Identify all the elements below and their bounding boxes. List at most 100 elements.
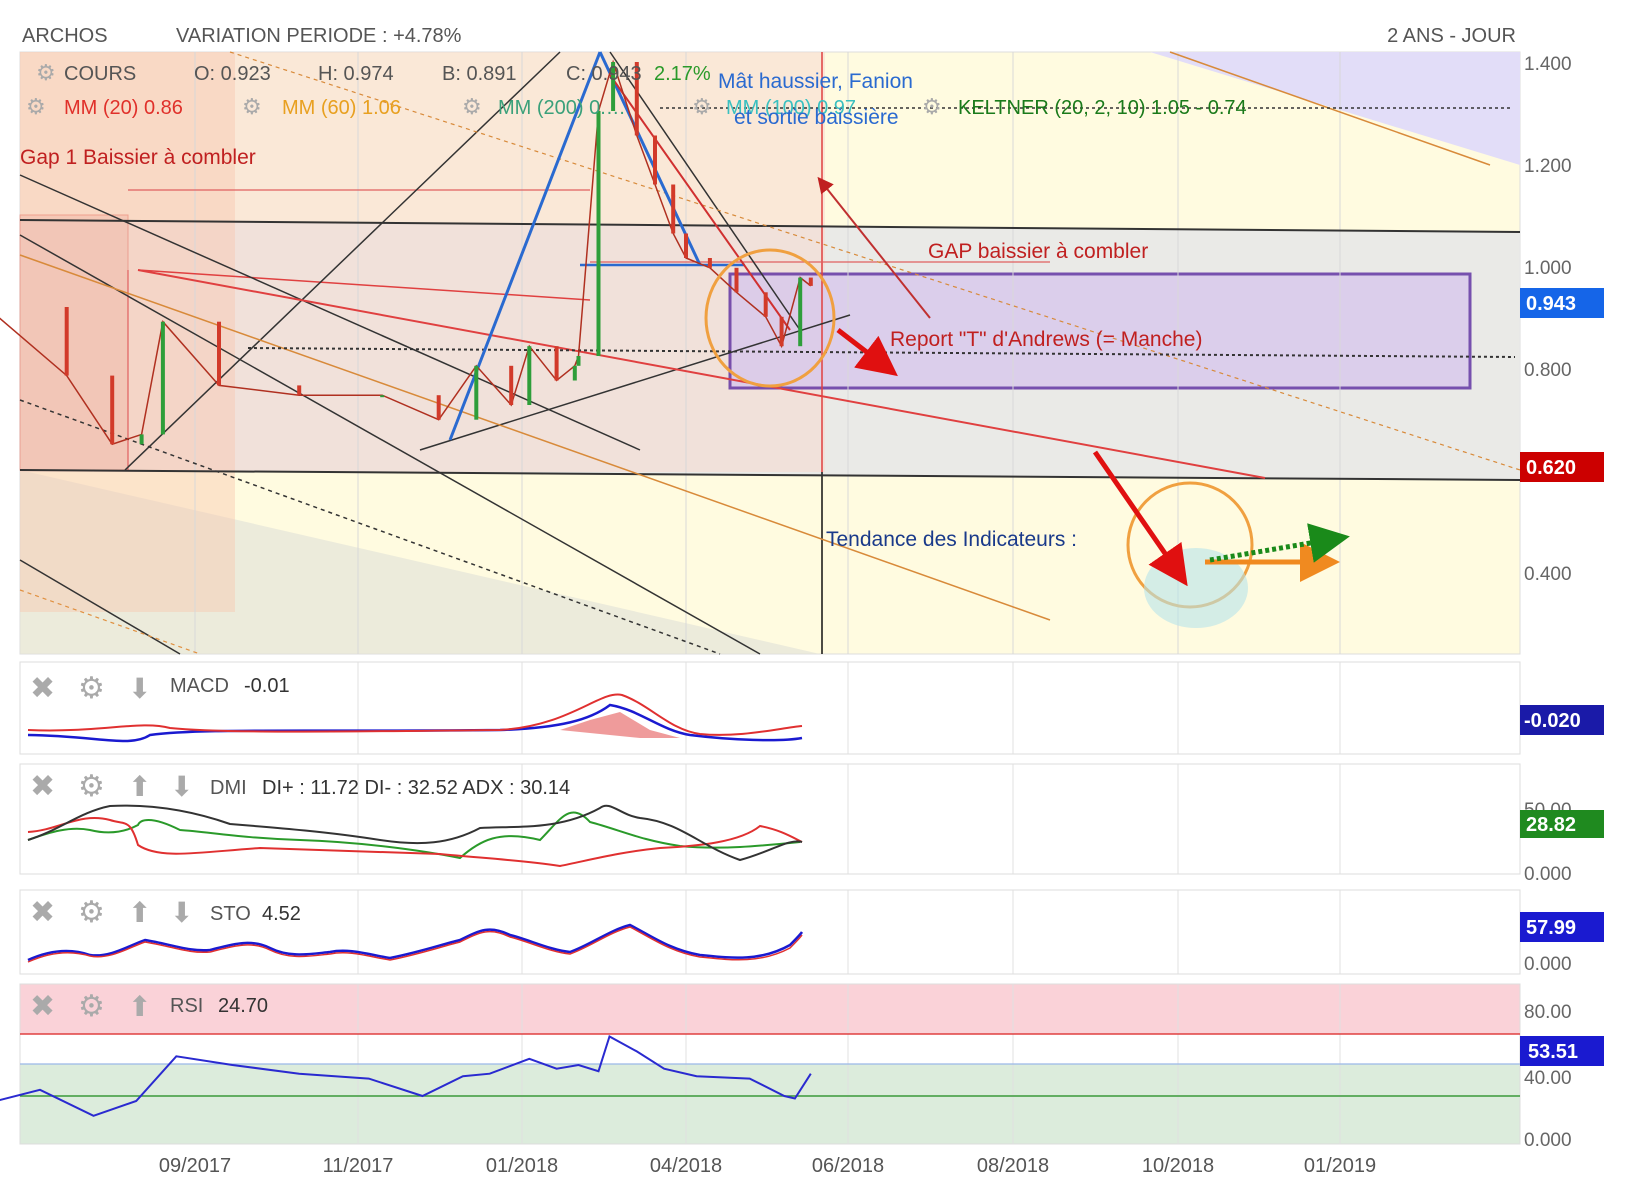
legend-close: C: 0.943 bbox=[566, 63, 642, 85]
price-tick: 0.400 bbox=[1524, 564, 1572, 585]
sto-tick: 0.000 bbox=[1524, 954, 1572, 975]
x-tick: 04/2018 bbox=[650, 1155, 722, 1177]
price-candle bbox=[653, 135, 657, 185]
gear-icon[interactable]: ⚙ bbox=[78, 672, 105, 705]
rsi-tick: 40.00 bbox=[1524, 1068, 1572, 1089]
arrow-up-icon[interactable]: ⬆ bbox=[128, 991, 151, 1022]
x-tick: 06/2018 bbox=[812, 1155, 884, 1177]
rsi-oversold-zone bbox=[20, 1064, 1520, 1144]
dmi-tick: 0.000 bbox=[1524, 864, 1572, 885]
gear-icon[interactable]: ⚙ bbox=[78, 770, 105, 803]
close-icon[interactable]: ✖ bbox=[30, 770, 55, 803]
price-candle bbox=[671, 184, 676, 234]
price-candle bbox=[779, 316, 784, 347]
current-price-value: 0.943 bbox=[1526, 293, 1576, 315]
price-candle bbox=[596, 111, 601, 356]
arrow-down-icon[interactable]: ⬇ bbox=[170, 897, 193, 928]
x-axis: 09/2017 11/2017 01/2018 04/2018 06/2018 … bbox=[159, 1155, 1376, 1177]
price-tick: 1.000 bbox=[1524, 258, 1572, 279]
macd-badge-value: -0.020 bbox=[1524, 710, 1581, 732]
price-candle bbox=[217, 321, 221, 386]
price-candle bbox=[527, 346, 532, 405]
macd-value: -0.01 bbox=[244, 675, 290, 697]
macd-panel: ✖ ⚙ ⬇ MACD -0.01 -0.020 bbox=[19, 661, 1604, 755]
price-candle bbox=[509, 365, 514, 405]
price-candle bbox=[380, 395, 385, 398]
legend-open: O: 0.923 bbox=[194, 63, 271, 85]
gear-icon[interactable]: ⚙ bbox=[78, 896, 105, 929]
gear-icon[interactable]: ⚙ bbox=[78, 990, 105, 1023]
dmi-value: DI+ : 11.72 DI- : 32.52 ADX : 30.14 bbox=[262, 777, 570, 799]
legend-low: B: 0.891 bbox=[442, 63, 517, 85]
legend-high: H: 0.974 bbox=[318, 63, 394, 85]
arrow-down-icon[interactable]: ⬇ bbox=[128, 673, 151, 704]
dmi-label: DMI bbox=[210, 777, 247, 799]
price-candle bbox=[684, 233, 688, 258]
annotation-mat: Mât haussier, Fanion bbox=[718, 70, 913, 93]
x-tick: 01/2018 bbox=[486, 1155, 558, 1177]
gear-icon[interactable]: ⚙ bbox=[36, 60, 56, 85]
close-icon[interactable]: ✖ bbox=[30, 896, 55, 929]
annotation-sortie: et sortie baissière bbox=[734, 106, 899, 129]
rsi-badge-value: 53.51 bbox=[1528, 1041, 1578, 1063]
variation-label: VARIATION PERIODE : +4.78% bbox=[176, 25, 462, 47]
arrow-down-icon[interactable]: ⬇ bbox=[170, 771, 193, 802]
rsi-panel: ✖ ⚙ ⬆ RSI 24.70 80.00 40.00 0.000 53.51 bbox=[0, 983, 1604, 1151]
annotation-gap1: Gap 1 Baissier à combler bbox=[20, 146, 256, 169]
price-candle bbox=[297, 385, 302, 396]
dmi-badge-value: 28.82 bbox=[1526, 814, 1576, 836]
sto-panel: ✖ ⚙ ⬆ ⬇ STO 4.52 0.000 57.99 bbox=[19, 889, 1604, 975]
price-candle bbox=[139, 434, 144, 445]
legend-cours: COURS bbox=[64, 63, 136, 85]
price-candle bbox=[808, 277, 813, 286]
price-candle bbox=[576, 356, 581, 366]
sto-badge-value: 57.99 bbox=[1526, 917, 1576, 939]
annotation-tendance: Tendance des Indicateurs : bbox=[826, 528, 1077, 551]
support-value: 0.620 bbox=[1526, 457, 1576, 479]
symbol-title: ARCHOS bbox=[22, 25, 108, 47]
arrow-up-icon[interactable]: ⬆ bbox=[128, 897, 151, 928]
legend-keltner: KELTNER (20, 2, 10) 1.05 - 0.74 bbox=[958, 97, 1247, 119]
x-tick: 01/2019 bbox=[1304, 1155, 1376, 1177]
sto-label: STO bbox=[210, 903, 251, 925]
legend-mm20: MM (20) 0.86 bbox=[64, 97, 183, 119]
price-candle bbox=[474, 365, 479, 420]
legend-mm200: MM (200) 0.… bbox=[498, 97, 626, 119]
rsi-tick: 0.000 bbox=[1524, 1130, 1572, 1151]
close-icon[interactable]: ✖ bbox=[30, 672, 55, 705]
x-tick: 09/2017 bbox=[159, 1155, 231, 1177]
gear-icon[interactable]: ⚙ bbox=[462, 94, 482, 119]
x-tick: 08/2018 bbox=[977, 1155, 1049, 1177]
rsi-value: 24.70 bbox=[218, 995, 268, 1017]
gear-icon[interactable]: ⚙ bbox=[26, 94, 46, 119]
rsi-label: RSI bbox=[170, 995, 203, 1017]
arrow-up-icon[interactable]: ⬆ bbox=[128, 771, 151, 802]
rsi-tick: 80.00 bbox=[1524, 1002, 1572, 1023]
price-candle bbox=[554, 346, 559, 381]
price-candle bbox=[734, 267, 739, 293]
dmi-panel: ✖ ⚙ ⬆ ⬇ DMI DI+ : 11.72 DI- : 32.52 ADX … bbox=[19, 763, 1604, 885]
price-candle bbox=[436, 395, 441, 420]
macd-label: MACD bbox=[170, 675, 229, 697]
gear-icon[interactable]: ⚙ bbox=[692, 94, 712, 119]
price-candle bbox=[763, 292, 768, 317]
gear-icon[interactable]: ⚙ bbox=[922, 94, 942, 119]
gear-icon[interactable]: ⚙ bbox=[242, 94, 262, 119]
sto-value: 4.52 bbox=[262, 903, 301, 925]
period-label: 2 ANS - JOUR bbox=[1387, 25, 1516, 47]
price-tick: 0.800 bbox=[1524, 360, 1572, 381]
price-candle bbox=[798, 277, 803, 347]
annotation-gap2: GAP baissier à combler bbox=[928, 240, 1148, 263]
price-axis: 1.400 1.200 1.000 0.800 0.400 bbox=[1524, 54, 1572, 585]
close-icon[interactable]: ✖ bbox=[30, 990, 55, 1023]
annotation-report: Report "T" d'Andrews (= Manche) bbox=[890, 328, 1202, 351]
price-tick: 1.400 bbox=[1524, 54, 1572, 75]
price-candle bbox=[707, 258, 712, 268]
legend-mm60: MM (60) 1.06 bbox=[282, 97, 401, 119]
x-tick: 11/2017 bbox=[323, 1155, 394, 1177]
chart-stage: ARCHOS VARIATION PERIODE : +4.78% 2 ANS … bbox=[0, 25, 1604, 1177]
price-candle bbox=[160, 321, 165, 435]
x-tick: 10/2018 bbox=[1142, 1155, 1214, 1177]
price-candle bbox=[110, 375, 115, 445]
price-panel bbox=[0, 51, 1521, 655]
